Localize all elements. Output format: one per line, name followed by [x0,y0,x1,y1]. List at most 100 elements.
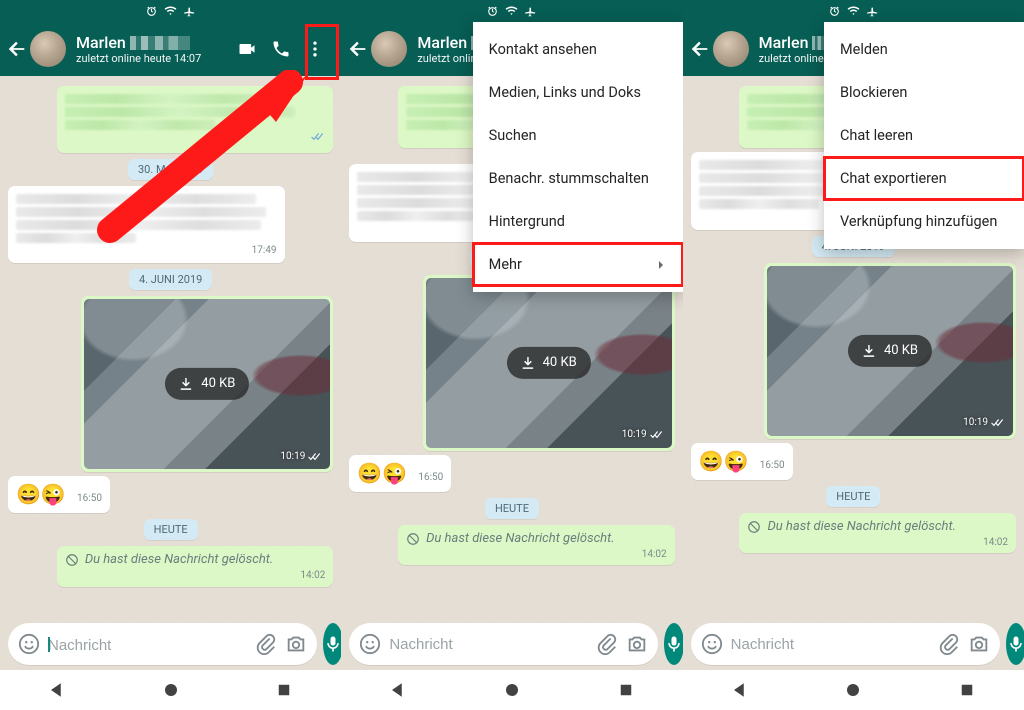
contact-name: Marlen [76,33,126,52]
message-deleted[interactable]: Du hast diese Nachricht gelöscht. 14:02 [739,513,1016,554]
airplane-icon [866,5,879,18]
message-outgoing-redacted[interactable] [57,86,334,153]
blocked-icon [65,553,79,567]
deleted-text: Du hast diese Nachricht gelöscht. [426,531,614,547]
message-image-outgoing[interactable]: 40 KB 10:19 [764,263,1016,439]
contact-name: Marlen [759,33,809,52]
wifi-icon [164,5,177,18]
menu-item-add-shortcut[interactable]: Verknüpfung hinzufügen [824,200,1024,243]
message-image-outgoing[interactable]: 40 KB 10:19 [81,296,333,472]
message-emoji[interactable]: 😄😜 16:50 [349,455,451,492]
message-time: 14:02 [300,570,325,583]
nav-recent-icon[interactable] [275,681,293,699]
chat-title-block[interactable]: Marlen zuletzt online heute 14:07 [76,33,237,65]
mic-button[interactable] [664,623,682,665]
message-emoji[interactable]: 😄😜 16:50 [691,443,793,480]
msg-ticks [311,132,325,147]
image-time: 10:19 [963,417,988,430]
camera-icon[interactable] [626,633,648,655]
emoji-content: 😄😜 [16,482,66,506]
download-pill[interactable]: 40 KB [165,368,249,400]
nav-home-icon[interactable] [844,681,862,699]
menu-item-export-chat[interactable]: Chat exportieren [824,157,1024,200]
camera-icon[interactable] [285,633,307,655]
voice-call-icon[interactable] [271,39,291,59]
screenshot-panel-1: Marlen zuletzt online heute 14:07 30. MA… [0,0,341,710]
screenshot-panel-2: Marlen zuletzt online h 30. MAI 2019 17:… [341,0,682,710]
nav-back-icon[interactable] [48,681,66,699]
video-call-icon[interactable] [237,39,257,59]
message-deleted[interactable]: Du hast diese Nachricht gelöscht. 14:02 [57,546,334,587]
annotation-red-box [305,24,339,80]
message-deleted[interactable]: Du hast diese Nachricht gelöscht. 14:02 [398,525,675,566]
nav-back-icon[interactable] [731,681,749,699]
contact-name: Marlen [417,33,467,52]
download-pill[interactable]: 40 KB [507,346,591,378]
mic-button[interactable] [323,623,341,665]
message-emoji[interactable]: 😄😜 16:50 [8,476,110,513]
menu-item-more[interactable]: Mehr [473,243,683,286]
nav-recent-icon[interactable] [617,681,635,699]
nav-home-icon[interactable] [503,681,521,699]
nav-recent-icon[interactable] [958,681,976,699]
input-bar [0,618,341,670]
chat-body: 30. MAI 2019 17:49 4. JUNI 2019 40 KB 10… [0,76,341,618]
nav-home-icon[interactable] [162,681,180,699]
mic-icon [664,634,682,654]
chat-header: Marlen zuletzt online heute 14:07 [0,22,341,76]
download-pill[interactable]: 40 KB [848,334,932,366]
message-input[interactable] [731,636,930,653]
emoji-icon[interactable] [18,633,40,655]
menu-item-mute[interactable]: Benachr. stummschalten [473,157,683,200]
message-input-field[interactable] [8,623,317,665]
message-time: 17:49 [252,245,277,258]
mic-button[interactable] [1006,623,1024,665]
avatar[interactable] [371,31,407,67]
menu-item-report[interactable]: Melden [824,28,1024,71]
camera-icon[interactable] [968,633,990,655]
download-size: 40 KB [201,376,235,392]
menu-item-wallpaper[interactable]: Hintergrund [473,200,683,243]
menu-item-media[interactable]: Medien, Links und Doks [473,71,683,114]
message-time: 16:50 [760,460,785,471]
menu-item-block[interactable]: Blockieren [824,71,1024,114]
message-input-field[interactable] [349,623,658,665]
menu-item-view-contact[interactable]: Kontakt ansehen [473,28,683,71]
status-bar [683,0,1024,22]
nav-back-icon[interactable] [389,681,407,699]
blocked-icon [406,532,420,546]
overflow-menu: Kontakt ansehen Medien, Links und Doks S… [473,22,683,292]
avatar[interactable] [30,31,66,67]
back-icon[interactable] [689,38,711,60]
android-nav-bar [0,670,341,710]
overflow-submenu-more: Melden Blockieren Chat leeren Chat expor… [824,22,1024,249]
android-nav-bar [683,670,1024,710]
status-bar [341,0,682,22]
message-input-field[interactable] [691,623,1000,665]
wifi-icon [847,5,860,18]
message-time: 14:02 [983,537,1008,550]
deleted-text: Du hast diese Nachricht gelöscht. [767,519,955,535]
message-input[interactable] [389,636,588,653]
download-icon [521,356,535,370]
emoji-content: 😄😜 [699,449,749,473]
download-size: 40 KB [543,354,577,370]
avatar[interactable] [713,31,749,67]
message-image-outgoing[interactable]: 40 KB 10:19 [423,275,675,451]
alarm-icon [145,5,158,18]
menu-item-clear-chat[interactable]: Chat leeren [824,114,1024,157]
attach-icon[interactable] [938,633,960,655]
blocked-icon [747,520,761,534]
attach-icon[interactable] [255,633,277,655]
back-icon[interactable] [6,38,28,60]
emoji-icon[interactable] [359,633,381,655]
message-input[interactable] [48,637,247,654]
message-incoming-redacted[interactable]: 17:49 [8,186,285,264]
input-bar [341,618,682,670]
menu-item-search[interactable]: Suchen [473,114,683,157]
mic-icon [1006,634,1024,654]
download-icon [862,344,876,358]
attach-icon[interactable] [596,633,618,655]
back-icon[interactable] [347,38,369,60]
emoji-icon[interactable] [701,633,723,655]
